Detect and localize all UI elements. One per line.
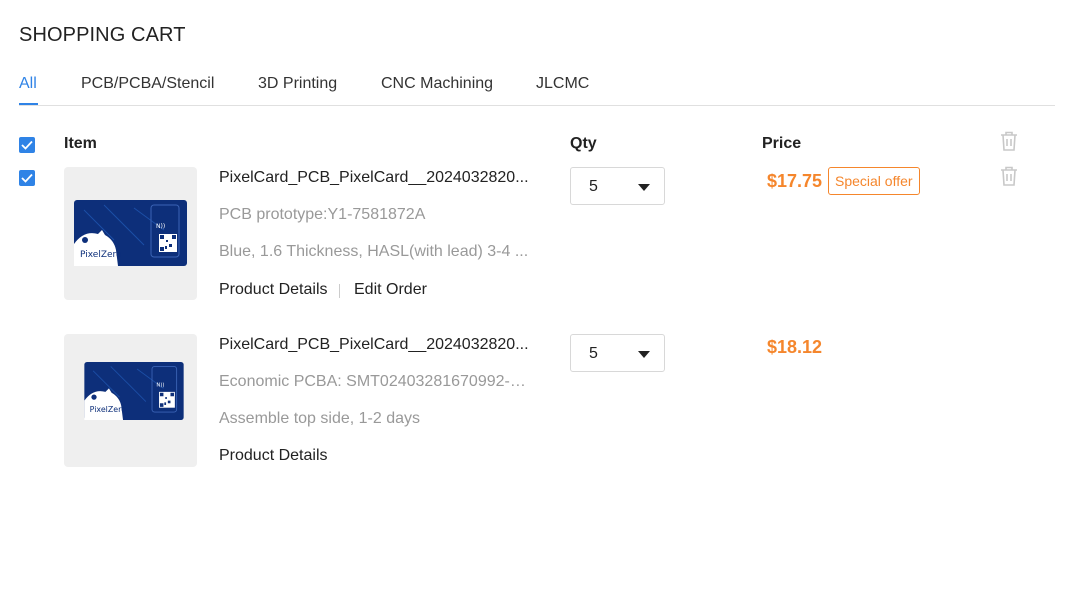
special-offer-badge: Special offer xyxy=(828,167,920,195)
delete-item-trash-icon[interactable] xyxy=(1000,166,1018,186)
link-divider xyxy=(339,284,340,298)
quantity-select[interactable]: 5 xyxy=(570,334,665,372)
check-icon xyxy=(21,173,33,183)
item-checkbox[interactable] xyxy=(19,170,35,186)
product-spec-line: PCB prototype:Y1-7581872A xyxy=(219,206,426,223)
product-spec-line: Economic PCBA: SMT02403281670992-7... xyxy=(219,373,531,390)
select-all-checkbox[interactable] xyxy=(19,137,35,153)
product-details-link[interactable]: Product Details xyxy=(219,447,328,465)
pixelcard-board-image: N)) PixelZero xyxy=(84,362,184,420)
product-details-link[interactable]: Product Details xyxy=(219,281,328,299)
product-thumbnail[interactable]: N)) PixelZero xyxy=(64,167,197,300)
svg-text:PixelZero: PixelZero xyxy=(90,405,127,414)
svg-text:PixelZero: PixelZero xyxy=(80,250,122,260)
product-spec-line: Assemble top side, 1-2 days xyxy=(219,410,420,427)
caret-down-icon xyxy=(638,184,650,191)
quantity-value: 5 xyxy=(589,178,598,195)
tab-cnc-machining[interactable]: CNC Machining xyxy=(381,75,493,93)
svg-text:N)): N)) xyxy=(156,223,165,230)
category-tabs: All PCB/PCBA/Stencil 3D Printing CNC Mac… xyxy=(19,72,1055,106)
item-price: $18.12 xyxy=(767,337,823,357)
active-tab-indicator xyxy=(19,103,38,105)
qty-column-header: Qty xyxy=(570,135,597,152)
item-column-header: Item xyxy=(64,135,97,152)
product-name[interactable]: PixelCard_PCB_PixelCard__2024032820... xyxy=(219,169,529,187)
tab-pcb-pcba-stencil[interactable]: PCB/PCBA/Stencil xyxy=(81,75,214,93)
product-spec-line: Blue, 1.6 Thickness, HASL(with lead) 3-4… xyxy=(219,243,529,260)
pixelcard-board-image: N)) PixelZero xyxy=(74,200,187,266)
quantity-select[interactable]: 5 xyxy=(570,167,665,205)
price-column-header: Price xyxy=(762,135,802,152)
product-thumbnail[interactable]: N)) PixelZero xyxy=(64,334,197,467)
page-title: SHOPPING CART xyxy=(19,24,186,46)
quantity-value: 5 xyxy=(589,345,598,362)
tab-jlcmc[interactable]: JLCMC xyxy=(536,75,589,93)
check-icon xyxy=(21,140,33,150)
product-name[interactable]: PixelCard_PCB_PixelCard__2024032820... xyxy=(219,336,529,354)
caret-down-icon xyxy=(638,351,650,358)
delete-selected-trash-icon[interactable] xyxy=(1000,131,1018,151)
svg-text:N)): N)) xyxy=(156,383,164,389)
tab-3d-printing[interactable]: 3D Printing xyxy=(258,75,337,93)
edit-order-link[interactable]: Edit Order xyxy=(354,281,427,299)
tab-all[interactable]: All xyxy=(19,75,37,93)
item-price: $17.75 xyxy=(767,171,823,191)
